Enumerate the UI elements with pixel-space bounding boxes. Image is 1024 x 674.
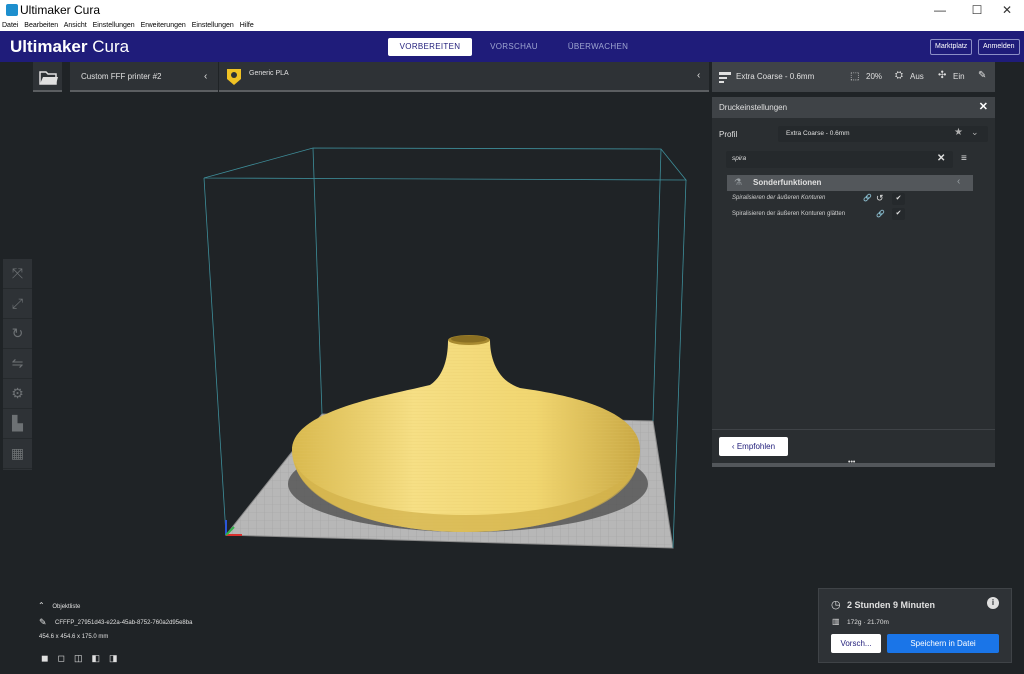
- view-left-icon[interactable]: ◧: [91, 653, 100, 664]
- link-icon: 🔗: [876, 211, 885, 218]
- view-3d-icon[interactable]: ◼: [41, 653, 48, 664]
- object-list-panel: ⌃ Objektliste ✎ CFFFP_27951d43-e22a-45ab…: [36, 598, 236, 668]
- menu-bar: Datei Bearbeiten Ansicht Einstellungen E…: [0, 21, 1024, 31]
- print-setup-selector[interactable]: Extra Coarse - 0.6mm ⬚ 20% ⛭ Aus ✣ Ein ✎: [712, 62, 995, 92]
- menu-view[interactable]: Ansicht: [64, 22, 87, 29]
- preview-button[interactable]: Vorsch...: [831, 634, 881, 653]
- window-title: Ultimaker Cura: [20, 3, 101, 17]
- rotate-tool-icon[interactable]: ↻: [3, 319, 32, 349]
- vase-model[interactable]: [292, 335, 640, 532]
- chevron-left-icon: ‹: [697, 70, 701, 81]
- marketplace-button[interactable]: Marktplatz: [930, 39, 973, 55]
- object-list-toggle[interactable]: ⌃ Objektliste: [38, 601, 80, 610]
- print-time: 2 Stunden 9 Minuten: [847, 600, 936, 610]
- setting-row: Spiralisieren der äußeren Konturen glätt…: [732, 209, 912, 222]
- material-selector[interactable]: Generic PLA ‹: [219, 62, 709, 92]
- profile-dropdown-value: Extra Coarse - 0.6mm: [786, 130, 850, 137]
- minimize-button[interactable]: —: [925, 2, 955, 18]
- edit-pencil-icon[interactable]: ✎: [978, 70, 986, 81]
- divider: [712, 429, 995, 430]
- chevron-left-icon: ‹: [204, 71, 208, 82]
- tool-sidebar: ⤧ ⤢ ↻ ⇋ ⚙ ▙ ▦: [3, 259, 32, 470]
- signin-button[interactable]: Anmelden: [978, 39, 1020, 55]
- chevron-up-icon: ⌃: [38, 601, 45, 610]
- profile-summary: Extra Coarse - 0.6mm: [736, 72, 815, 81]
- adhesion-value: Ein: [953, 72, 965, 81]
- menu-edit[interactable]: Bearbeiten: [24, 22, 58, 29]
- tab-preview[interactable]: VORSCHAU: [472, 38, 556, 56]
- chevron-down-icon: ⌄: [971, 127, 979, 137]
- panel-title: Druckeinstellungen: [719, 103, 788, 112]
- support-value: Aus: [910, 72, 924, 81]
- category-header[interactable]: ⚗ Sonderfunktionen ‹: [727, 175, 973, 191]
- menu-preferences[interactable]: Einstellungen: [192, 22, 234, 29]
- extruder-icon: [227, 69, 241, 85]
- save-to-file-button[interactable]: Speichern in Datei: [887, 634, 999, 653]
- setting-row: Spiralisieren der äußeren Konturen: [732, 193, 912, 206]
- setting-checkbox[interactable]: ✔: [892, 193, 905, 205]
- setting-search-input[interactable]: spira ✕: [726, 151, 953, 168]
- view-front-icon[interactable]: ◻: [57, 653, 64, 664]
- link-icon: 🔗: [863, 195, 872, 202]
- open-file-button[interactable]: [33, 62, 62, 92]
- tab-prepare[interactable]: VORBEREITEN: [388, 38, 472, 56]
- view-right-icon[interactable]: ◨: [109, 653, 118, 664]
- clear-search-icon[interactable]: ✕: [937, 153, 945, 164]
- infill-icon: ⬚: [850, 71, 860, 82]
- search-query: spira: [732, 155, 747, 162]
- model-dimensions: 454.6 x 454.6 x 175.0 mm: [39, 634, 109, 640]
- tab-monitor[interactable]: ÜBERWACHEN: [556, 38, 640, 56]
- profile-icon: [719, 72, 731, 83]
- menu-extensions[interactable]: Erweiterungen: [141, 22, 186, 29]
- maximize-button[interactable]: ☐: [962, 2, 992, 18]
- folder-icon: [39, 71, 58, 85]
- profile-label: Profil: [719, 130, 738, 139]
- clock-icon: ◷: [831, 599, 841, 611]
- per-model-settings-icon[interactable]: ⚙: [3, 379, 32, 409]
- menu-file[interactable]: Datei: [2, 22, 18, 29]
- view-top-icon[interactable]: ◫: [74, 653, 83, 664]
- star-icon[interactable]: ★: [954, 127, 963, 138]
- move-tool-icon[interactable]: ⤧: [3, 259, 32, 289]
- setting-label: Spiralisieren der äußeren Konturen: [732, 195, 826, 201]
- mirror-tool-icon[interactable]: ⇋: [3, 349, 32, 379]
- category-label: Sonderfunktionen: [753, 178, 822, 187]
- recommended-button[interactable]: ‹ Empfohlen: [719, 437, 788, 456]
- info-icon[interactable]: i: [987, 597, 999, 609]
- tool-extra-icon[interactable]: ▦: [3, 439, 32, 469]
- material-usage: 172g · 21.70m: [847, 619, 889, 626]
- support-blocker-icon[interactable]: ▙: [3, 409, 32, 439]
- special-features-icon: ⚗: [734, 177, 743, 187]
- setting-label: Spiralisieren der äußeren Konturen glätt…: [732, 211, 846, 217]
- resize-handle[interactable]: •••: [712, 459, 995, 467]
- window-titlebar: Ultimaker Cura — ☐ ✕: [0, 0, 1024, 21]
- printer-name: Custom FFF printer #2: [81, 72, 162, 81]
- print-job-panel: ◷ 2 Stunden 9 Minuten i ▥ 172g · 21.70m …: [818, 588, 1012, 663]
- material-name: Generic PLA: [249, 70, 289, 77]
- close-window-button[interactable]: ✕: [992, 2, 1022, 18]
- close-icon[interactable]: ✕: [979, 97, 988, 118]
- menu-settings[interactable]: Einstellungen: [93, 22, 135, 29]
- cura-logo: Ultimaker Cura: [10, 37, 130, 56]
- support-icon: ⛭: [895, 70, 903, 81]
- panel-header: Druckeinstellungen ✕: [712, 97, 995, 118]
- pencil-icon[interactable]: ✎: [39, 617, 47, 628]
- menu-help[interactable]: Hilfe: [240, 22, 254, 29]
- setting-checkbox[interactable]: ✔: [892, 208, 905, 220]
- scale-tool-icon[interactable]: ⤢: [3, 289, 32, 319]
- cura-app-icon: [6, 4, 18, 16]
- spool-icon: ▥: [832, 617, 840, 626]
- printer-selector[interactable]: Custom FFF printer #2 ‹: [70, 62, 218, 92]
- chevron-left-icon: ‹: [957, 176, 961, 187]
- app-header: Ultimaker Cura VORBEREITEN VORSCHAU ÜBER…: [0, 31, 1024, 62]
- infill-value: 20%: [866, 72, 883, 81]
- profile-dropdown[interactable]: Extra Coarse - 0.6mm ★ ⌄: [778, 126, 988, 142]
- print-settings-panel: Druckeinstellungen ✕ Profil Extra Coarse…: [712, 97, 995, 467]
- reset-icon[interactable]: ↺: [876, 193, 884, 204]
- job-file-name: CFFFP_27951d43-e22a-45ab-8752-760a2d95e8…: [55, 620, 193, 626]
- menu-hamburger-icon[interactable]: ≡: [961, 153, 967, 164]
- stage-tabs: VORBEREITEN VORSCHAU ÜBERWACHEN: [388, 38, 640, 56]
- adhesion-icon: ✣: [938, 70, 947, 81]
